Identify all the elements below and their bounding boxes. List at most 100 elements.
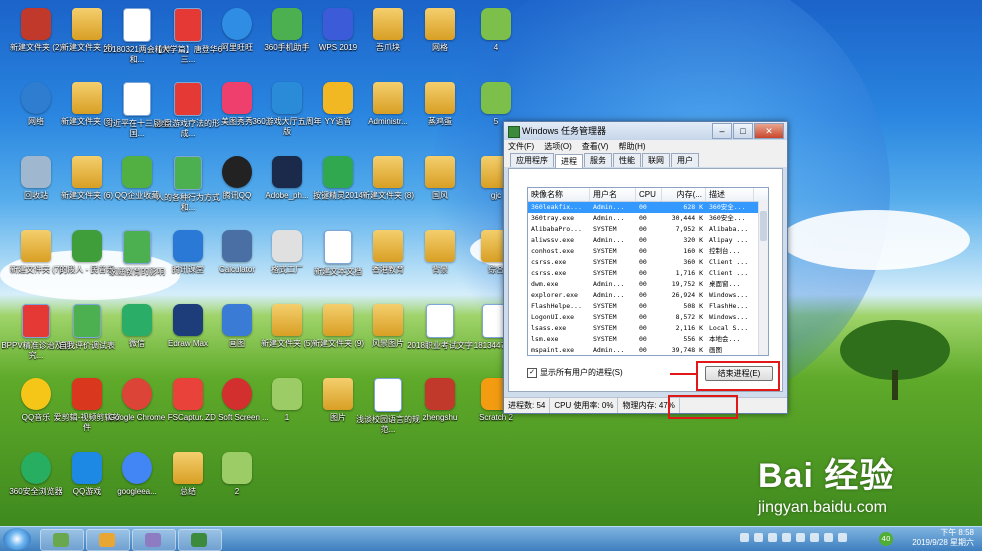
round-icon xyxy=(222,156,252,188)
cell-user-name: Admin... xyxy=(593,236,625,244)
cell-memory: 628 K xyxy=(683,203,703,211)
tray-icon[interactable] xyxy=(810,533,819,542)
column-description[interactable]: 描述 xyxy=(706,188,754,201)
process-row[interactable]: dwm.exe Admin... 00 19,752 K 桌面窗... xyxy=(528,279,768,290)
process-row[interactable]: 360leakfix... Admin... 00 628 K 360安全... xyxy=(528,202,768,213)
task-manager-icon xyxy=(191,533,207,547)
process-row[interactable]: conhost.exe SYSTEM 00 160 K 控制台... xyxy=(528,246,768,257)
close-button[interactable]: ✕ xyxy=(754,123,784,139)
process-row[interactable]: LogonUI.exe SYSTEM 00 8,572 K Windows... xyxy=(528,312,768,323)
app-icon xyxy=(481,82,511,114)
tab-processes[interactable]: 进程 xyxy=(555,154,583,168)
process-row[interactable]: AlibabaPro... SYSTEM 00 7,952 K Alibaba... xyxy=(528,224,768,235)
process-row[interactable]: lsm.exe SYSTEM 00 556 K 本地会... xyxy=(528,334,768,345)
status-process-count: 进程数: 54 xyxy=(504,398,551,413)
cell-user-name: Admin... xyxy=(593,214,625,222)
cell-memory: 508 K xyxy=(683,302,703,310)
title-bar[interactable]: Windows 任务管理器 – □ ✕ xyxy=(504,122,787,140)
cell-user-name: Admin... xyxy=(593,280,625,288)
show-all-users-checkbox[interactable]: ✓ xyxy=(527,367,537,378)
cell-image-name: explorer.exe xyxy=(531,291,578,299)
taskbar-item-task-manager[interactable] xyxy=(178,529,222,551)
tray-icon[interactable] xyxy=(824,533,833,542)
tab-applications[interactable]: 应用程序 xyxy=(510,153,554,167)
tab-networking[interactable]: 联网 xyxy=(642,153,670,167)
process-row[interactable]: 360tray.exe Admin... 00 30,444 K 360安全... xyxy=(528,213,768,224)
cell-user-name: SYSTEM xyxy=(593,302,617,310)
cell-image-name: AlibabaPro... xyxy=(531,225,582,233)
cell-memory: 320 K xyxy=(683,236,703,244)
taskbar-item[interactable] xyxy=(40,529,84,551)
tab-performance[interactable]: 性能 xyxy=(613,153,641,167)
scrollbar-thumb[interactable] xyxy=(760,211,767,241)
column-cpu[interactable]: CPU xyxy=(636,188,662,201)
cell-user-name: SYSTEM xyxy=(593,258,617,266)
app-icon xyxy=(222,304,252,336)
column-memory[interactable]: 内存(... xyxy=(662,188,706,201)
folder-icon xyxy=(373,304,403,336)
process-list-header: 映像名称 用户名 CPU 内存(... 描述 xyxy=(528,188,768,202)
tab-users[interactable]: 用户 xyxy=(671,153,699,167)
doc-icon xyxy=(123,230,151,264)
process-row[interactable]: aliwssv.exe Admin... 00 320 K Alipay ... xyxy=(528,235,768,246)
tab-services[interactable]: 服务 xyxy=(584,153,612,167)
process-row[interactable]: lsass.exe SYSTEM 00 2,116 K Local S... xyxy=(528,323,768,334)
app-icon xyxy=(481,8,511,40)
app-icon xyxy=(173,230,203,262)
cell-image-name: lsass.exe xyxy=(531,324,567,332)
column-image-name[interactable]: 映像名称 xyxy=(528,188,590,201)
cell-user-name: SYSTEM xyxy=(593,247,617,255)
desktop-icon[interactable]: 2 xyxy=(202,450,272,522)
minimize-button[interactable]: – xyxy=(712,123,732,139)
tray-icon[interactable] xyxy=(796,533,805,542)
start-button[interactable] xyxy=(3,528,31,550)
tray-icon[interactable] xyxy=(754,533,763,542)
tray-icon[interactable] xyxy=(740,533,749,542)
desktop-icon-label: Scratch 2 xyxy=(479,413,513,422)
doc-icon xyxy=(324,230,352,264)
process-row[interactable]: mspaint.exe Admin... 00 39,748 K 画图 xyxy=(528,345,768,355)
show-all-users-option[interactable]: ✓ 显示所有用户的进程(S) xyxy=(527,367,623,378)
folder-icon xyxy=(373,82,403,114)
doc-icon xyxy=(123,82,151,116)
process-row[interactable]: csrss.exe SYSTEM 00 1,716 K Client ... xyxy=(528,268,768,279)
maximize-button[interactable]: □ xyxy=(733,123,753,139)
cell-cpu: 00 xyxy=(639,258,647,266)
cell-cpu: 00 xyxy=(639,313,647,321)
tray-icon[interactable] xyxy=(838,533,847,542)
process-row[interactable]: explorer.exe Admin... 00 26,924 K Windows... xyxy=(528,290,768,301)
watermark-url: jingyan.baidu.com xyxy=(758,499,887,516)
folder-icon xyxy=(21,230,51,262)
tray-icon[interactable] xyxy=(768,533,777,542)
tab-strip: 应用程序 进程 服务 性能 联网 用户 xyxy=(504,153,787,168)
menu-bar: 文件(F) 选项(O) 查看(V) 帮助(H) xyxy=(504,140,787,153)
round-icon xyxy=(222,378,252,410)
menu-view[interactable]: 查看(V) xyxy=(582,140,609,153)
menu-file[interactable]: 文件(F) xyxy=(508,140,534,153)
tray-badge[interactable]: 40 xyxy=(879,532,893,546)
cell-description: FlashHe... xyxy=(709,302,749,310)
process-list[interactable]: 映像名称 用户名 CPU 内存(... 描述 360leakfix... Admi… xyxy=(527,187,769,356)
process-row[interactable]: csrss.exe SYSTEM 00 360 K Client ... xyxy=(528,257,768,268)
taskbar-item[interactable] xyxy=(86,529,130,551)
menu-options[interactable]: 选项(O) xyxy=(544,140,572,153)
task-manager-icon xyxy=(508,126,520,138)
window-title: Windows 任务管理器 xyxy=(522,126,607,136)
cell-description: Windows... xyxy=(709,313,749,321)
app-icon xyxy=(21,156,51,188)
taskbar-item[interactable] xyxy=(132,529,176,551)
desktop-icon[interactable]: 4 xyxy=(461,6,531,78)
app-icon xyxy=(272,82,302,114)
tray-icon[interactable] xyxy=(782,533,791,542)
process-list-scrollbar[interactable] xyxy=(758,201,768,355)
clock[interactable]: 下午 8:58 2019/9/28 星期六 xyxy=(912,528,974,548)
app-icon xyxy=(53,533,69,547)
clock-time: 下午 8:58 xyxy=(940,528,974,537)
cell-description: 360安全... xyxy=(709,214,746,222)
process-row[interactable]: FlashHelpe... SYSTEM 00 508 K FlashHe... xyxy=(528,301,768,312)
menu-help[interactable]: 帮助(H) xyxy=(618,140,645,153)
round-icon xyxy=(222,8,252,40)
folder-icon xyxy=(72,82,102,114)
column-user-name[interactable]: 用户名 xyxy=(590,188,636,201)
paint-icon xyxy=(99,533,115,547)
